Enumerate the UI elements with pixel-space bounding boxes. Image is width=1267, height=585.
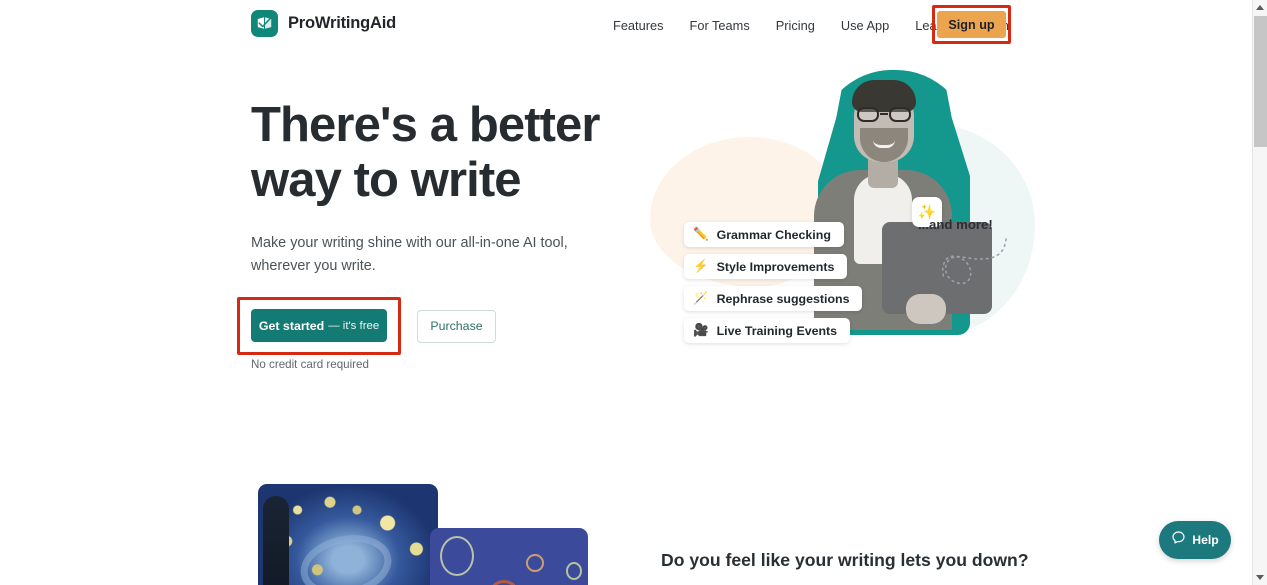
magic-wand-icon: 🪄 <box>693 291 709 306</box>
book-check-icon <box>251 10 278 37</box>
feature-chip-label: Rephrase suggestions <box>716 291 850 306</box>
doodle-spiral <box>490 580 518 585</box>
nav-link-use-app[interactable]: Use App <box>828 0 902 52</box>
hero-title-line-1: There's a better <box>251 98 600 152</box>
and-more-label: ...and more! <box>918 217 993 232</box>
lightning-bolt-icon: ⚡ <box>693 259 709 274</box>
speech-bubble-icon <box>1171 530 1186 550</box>
nav-link-for-teams[interactable]: For Teams <box>677 0 763 52</box>
lower-section-heading: Do you feel like your writing lets you d… <box>661 550 1029 570</box>
feature-chip-label: Live Training Events <box>716 323 838 338</box>
hero-section: There's a better way to write Make your … <box>0 52 1252 452</box>
feature-chip-rephrase-suggestions: 🪄 Rephrase suggestions <box>684 286 863 311</box>
and-more-callout: ...and more! <box>918 217 1022 303</box>
movie-camera-icon: 🎥 <box>693 323 709 338</box>
site-header: ProWritingAid Features For Teams Pricing… <box>0 0 1252 52</box>
get-started-label: Get started <box>258 318 325 333</box>
glasses-lens-right <box>889 107 911 122</box>
feature-chip-grammar-checking: ✏️ Grammar Checking <box>684 222 844 247</box>
blue-doodle-image-card <box>430 528 588 585</box>
hero-cta-row: Get started — it's free Purchase <box>237 297 496 355</box>
photo-glasses <box>856 107 912 122</box>
lower-section: Do you feel like your writing lets you d… <box>0 452 1252 585</box>
help-label: Help <box>1192 533 1219 547</box>
brand-name: ProWritingAid <box>288 14 397 32</box>
hero-illustration: ✨ ...and more! ✏️ Grammar Checking ⚡ Sty… <box>640 52 1040 402</box>
signup-button-group: Sign up <box>932 5 1011 44</box>
pencil-icon: ✏️ <box>693 227 709 242</box>
no-credit-card-note: No credit card required <box>251 358 369 371</box>
doodle-spiral <box>440 536 474 576</box>
hero-copy: There's a better way to write Make your … <box>251 98 611 278</box>
doodle-spiral <box>526 554 544 572</box>
nav-link-features[interactable]: Features <box>600 0 677 52</box>
feature-chip-style-improvements: ⚡ Style Improvements <box>684 254 848 279</box>
get-started-button-group: Get started — it's free <box>237 297 401 355</box>
scroll-up-arrow[interactable] <box>1253 0 1267 15</box>
scroll-thumb[interactable] <box>1254 16 1267 147</box>
scroll-down-arrow[interactable] <box>1253 570 1267 585</box>
get-started-free-suffix: — it's free <box>328 319 380 332</box>
starry-swirl-shape <box>294 527 398 585</box>
page-title: There's a better way to write <box>251 98 611 208</box>
glasses-lens-left <box>857 107 879 122</box>
vertical-scrollbar[interactable] <box>1252 0 1267 585</box>
browser-page: ProWritingAid Features For Teams Pricing… <box>0 0 1267 585</box>
glasses-bridge <box>880 113 888 115</box>
feature-chip-live-training-events: 🎥 Live Training Events <box>684 318 851 343</box>
signup-button[interactable]: Sign up <box>937 11 1006 38</box>
feature-chip-list: ✏️ Grammar Checking ⚡ Style Improvements… <box>684 222 863 343</box>
brand-logo[interactable]: ProWritingAid <box>251 10 396 37</box>
starry-night-image-card <box>258 484 438 585</box>
get-started-button[interactable]: Get started — it's free <box>251 309 387 342</box>
feature-chip-label: Grammar Checking <box>716 227 831 242</box>
hero-title-line-2: way to write <box>251 153 522 207</box>
doodle-spiral <box>566 562 582 580</box>
nav-link-pricing[interactable]: Pricing <box>763 0 828 52</box>
starry-cypress-shape <box>263 496 289 585</box>
hero-subtitle: Make your writing shine with our all-in-… <box>251 235 568 274</box>
feature-chip-label: Style Improvements <box>716 259 835 274</box>
help-button[interactable]: Help <box>1159 521 1231 559</box>
page-viewport: ProWritingAid Features For Teams Pricing… <box>0 0 1252 585</box>
purchase-button[interactable]: Purchase <box>417 309 496 343</box>
